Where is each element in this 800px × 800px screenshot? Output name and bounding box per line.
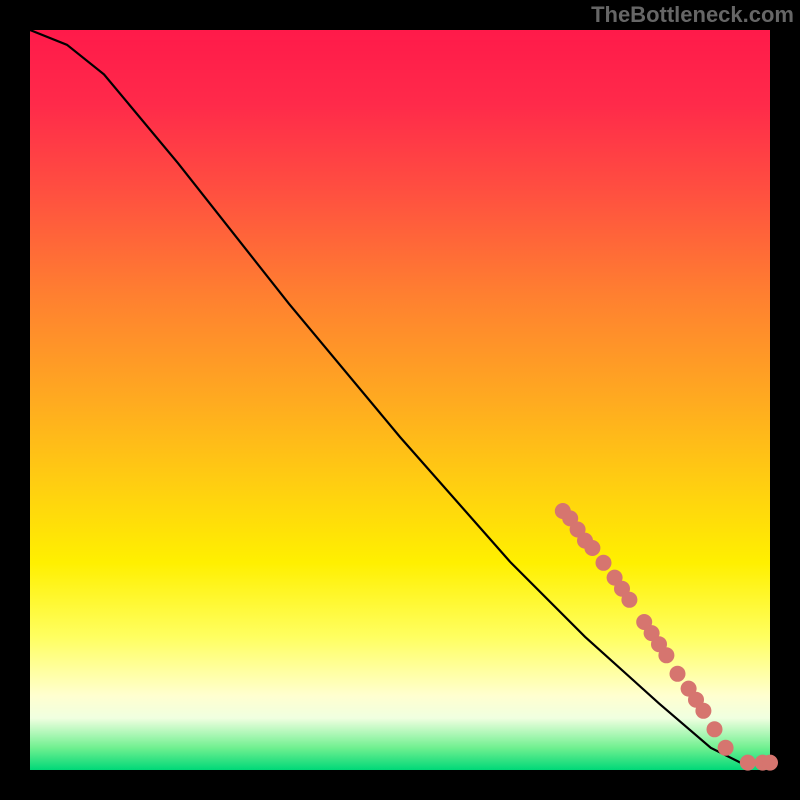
data-point — [695, 703, 711, 719]
data-point — [718, 740, 734, 756]
data-point — [596, 555, 612, 571]
watermark-text: TheBottleneck.com — [591, 2, 794, 28]
chart-svg — [30, 30, 770, 770]
plot-area — [30, 30, 770, 770]
data-point — [621, 592, 637, 608]
data-point — [658, 647, 674, 663]
data-points-group — [555, 503, 778, 771]
data-point — [584, 540, 600, 556]
data-point — [740, 755, 756, 771]
data-point — [762, 755, 778, 771]
chart-frame: TheBottleneck.com — [0, 0, 800, 800]
data-point — [707, 721, 723, 737]
data-point — [670, 666, 686, 682]
